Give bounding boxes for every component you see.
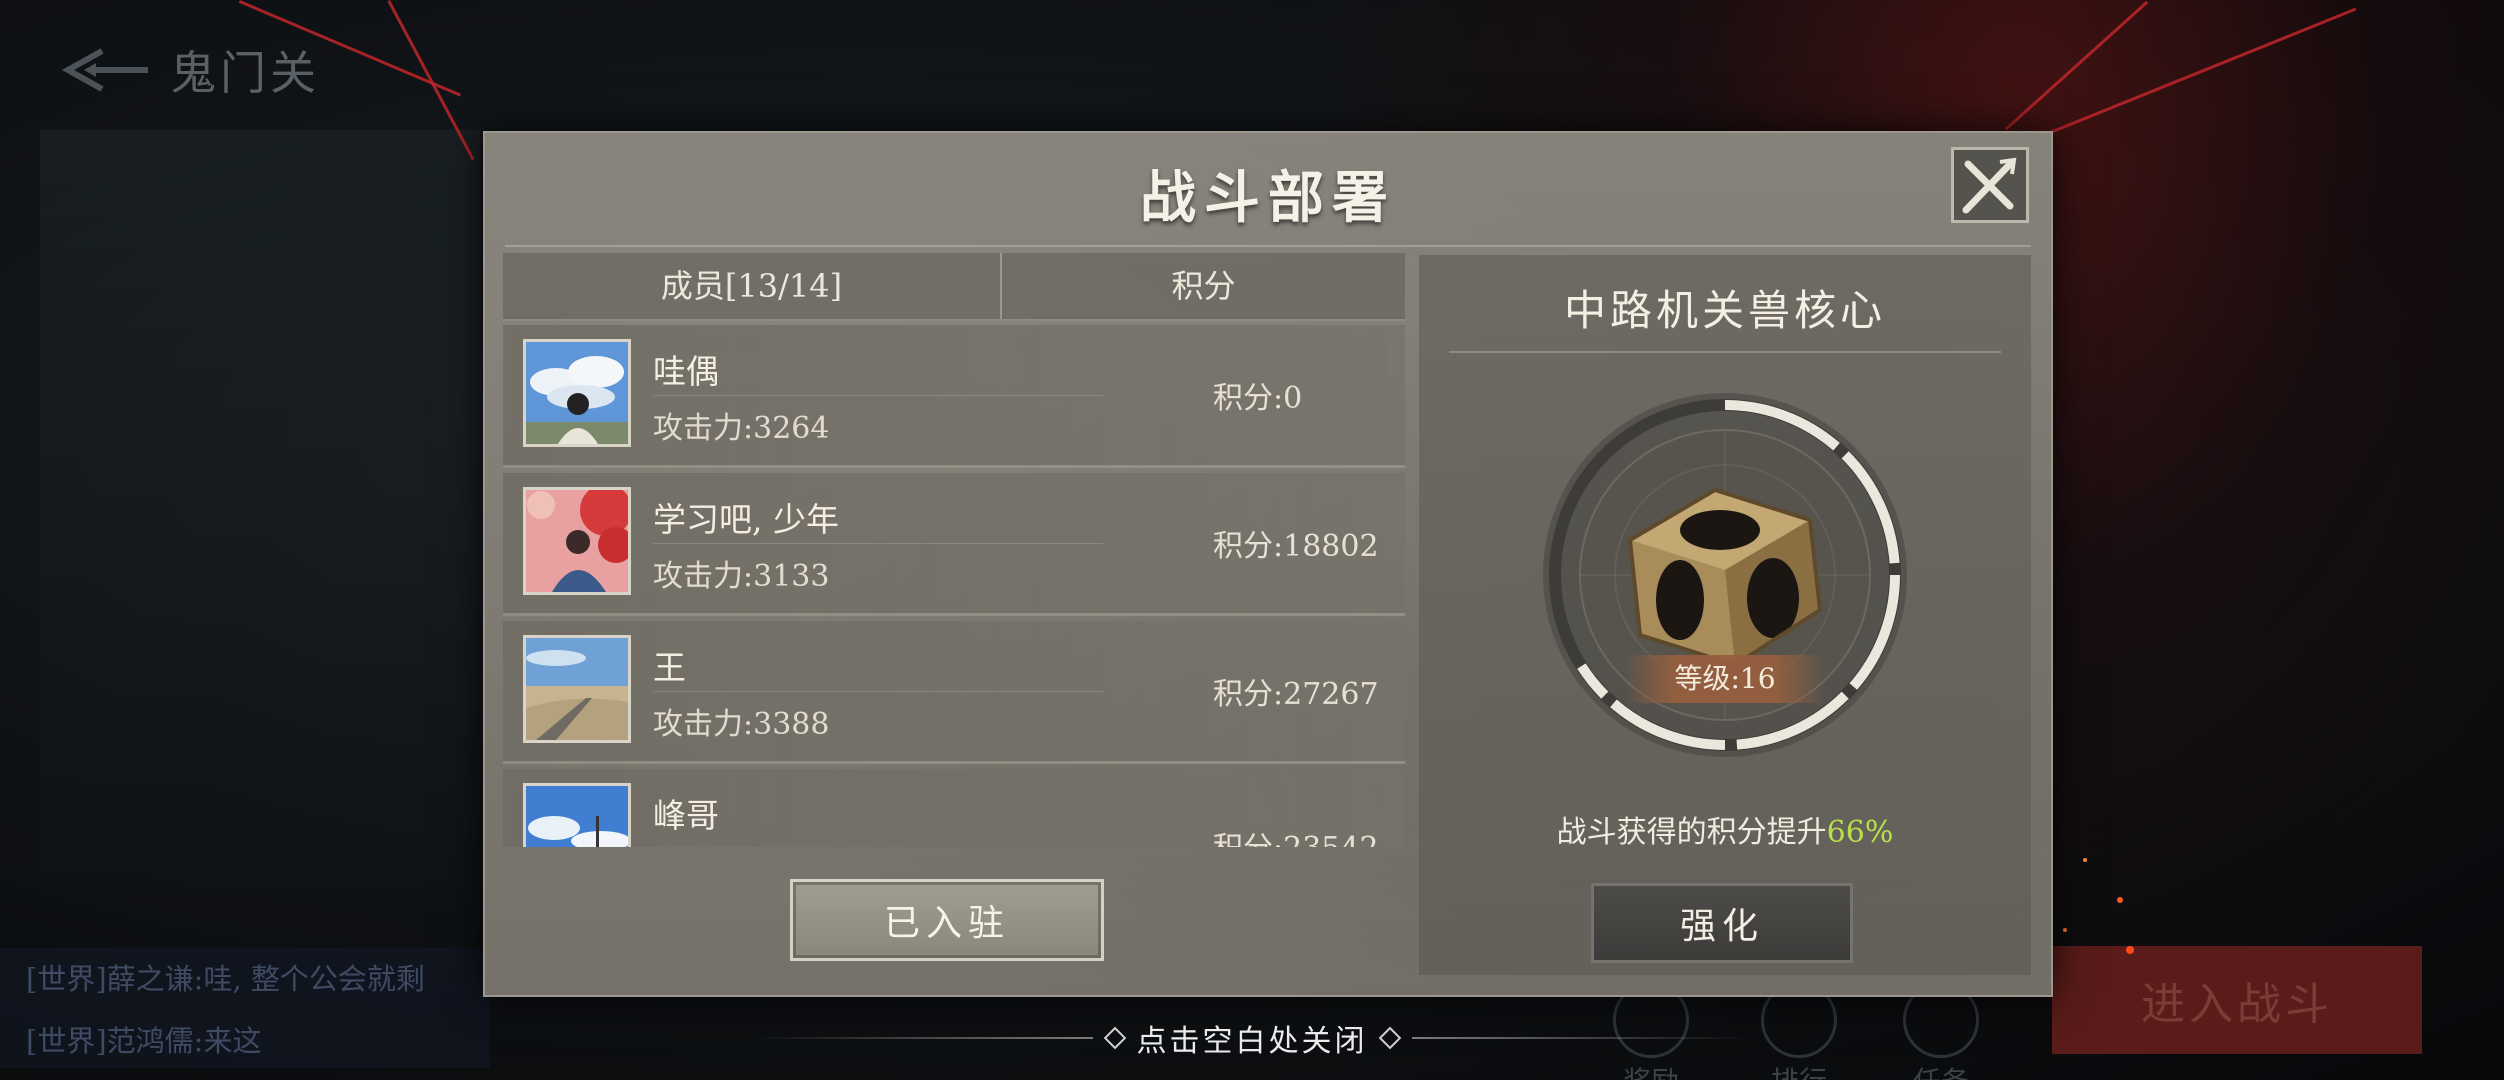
- member-score: 积分:18802: [1213, 529, 1379, 564]
- chat-channel: [世界]: [26, 962, 107, 996]
- member-attack-power: 攻击力:3264: [653, 411, 830, 446]
- dismiss-hint[interactable]: 点击空白处关闭: [0, 1016, 2504, 1060]
- level-badge: 等级:16: [1625, 655, 1825, 703]
- stage-title: 鬼门关: [170, 46, 320, 100]
- chat-message: 哇, 整个公会就剩: [203, 962, 425, 996]
- boost-label: 战斗获得的积分提升: [1556, 815, 1827, 850]
- member-name: 哇偶: [653, 352, 719, 391]
- game-screen: 鬼门关 [世界]薛之谦:哇, 整个公会就剩 [世界]范鸿儒:来这 奖励 排行 任…: [0, 0, 2504, 1080]
- divider: [752, 1037, 1093, 1039]
- divider: [505, 245, 2031, 247]
- dismiss-text: 点击空白处关闭: [1136, 1024, 1368, 1059]
- member-attack-power: 攻击力:3388: [653, 707, 830, 742]
- member-score: 积分:27267: [1213, 677, 1379, 712]
- dialog-title: 战斗部署: [1140, 165, 1396, 231]
- avatar: [523, 635, 631, 743]
- avatar: [523, 339, 631, 447]
- member-score: 积分:0: [1213, 381, 1303, 416]
- divider: [1449, 351, 2001, 353]
- member-name: 峰哥: [653, 796, 719, 835]
- member-row[interactable]: 哇偶 攻击力:3264 积分:0: [503, 325, 1405, 468]
- divider: [653, 543, 1103, 544]
- core-title: 中路机关兽核心: [1563, 286, 1886, 335]
- member-row[interactable]: 学习吧, 少年 攻击力:3133 积分:18802: [503, 473, 1405, 616]
- chat-speaker: 薛之谦: [106, 962, 194, 996]
- member-row[interactable]: 峰哥 积分:23542: [503, 769, 1405, 847]
- close-button[interactable]: [1951, 147, 2029, 223]
- boost-percentage: 66%: [1826, 815, 1894, 850]
- member-list-header: 成员[13/14] 积分: [503, 253, 1405, 321]
- nav-label: 奖励: [1623, 1065, 1679, 1080]
- enhance-button[interactable]: 强化: [1591, 883, 1853, 963]
- background-header: 鬼门关: [60, 30, 320, 110]
- background-panel: [40, 130, 480, 890]
- member-list[interactable]: 哇偶 攻击力:3264 积分:0 学习吧, 少年 攻击力:3133 积分:188…: [503, 325, 1405, 847]
- close-icon: [1962, 157, 2017, 214]
- diamond-icon: [1103, 1026, 1126, 1050]
- divider: [1411, 1037, 1752, 1039]
- level-progress-ring: [1543, 393, 1907, 757]
- nav-label: 排行: [1771, 1065, 1827, 1080]
- stationed-button[interactable]: 已入驻: [790, 879, 1104, 961]
- diamond-icon: [1378, 1026, 1401, 1050]
- members-column-header: 成员[13/14]: [660, 267, 843, 305]
- score-column-header: 积分: [1171, 267, 1236, 305]
- core-panel: 中路机关兽核心 等级:16 战斗获得的积分提升66% 强化: [1419, 255, 2031, 975]
- nav-label: 任务: [1913, 1065, 1969, 1080]
- member-attack-power: 攻击力:3133: [653, 559, 830, 594]
- divider: [653, 691, 1103, 692]
- back-arrow-icon[interactable]: [60, 45, 150, 95]
- avatar: [523, 783, 631, 847]
- member-list-panel: 成员[13/14] 积分 哇偶 攻击力:3264 积分:0 学习吧, 少年 攻击…: [503, 253, 1405, 853]
- member-row[interactable]: 王 攻击力:3388 积分:27267: [503, 621, 1405, 764]
- member-name: 王: [653, 648, 686, 687]
- member-name: 学习吧, 少年: [653, 500, 839, 539]
- member-score: 积分:23542: [1213, 823, 1379, 847]
- chat-line: [世界]薛之谦:哇, 整个公会就剩: [26, 962, 425, 996]
- divider: [653, 395, 1103, 396]
- avatar: [523, 487, 631, 595]
- score-boost-text: 战斗获得的积分提升66%: [1419, 807, 2031, 851]
- battle-deployment-dialog: 战斗部署 成员[13/14] 积分 哇偶 攻击力:3264 积分:0 学习吧, …: [483, 131, 2053, 997]
